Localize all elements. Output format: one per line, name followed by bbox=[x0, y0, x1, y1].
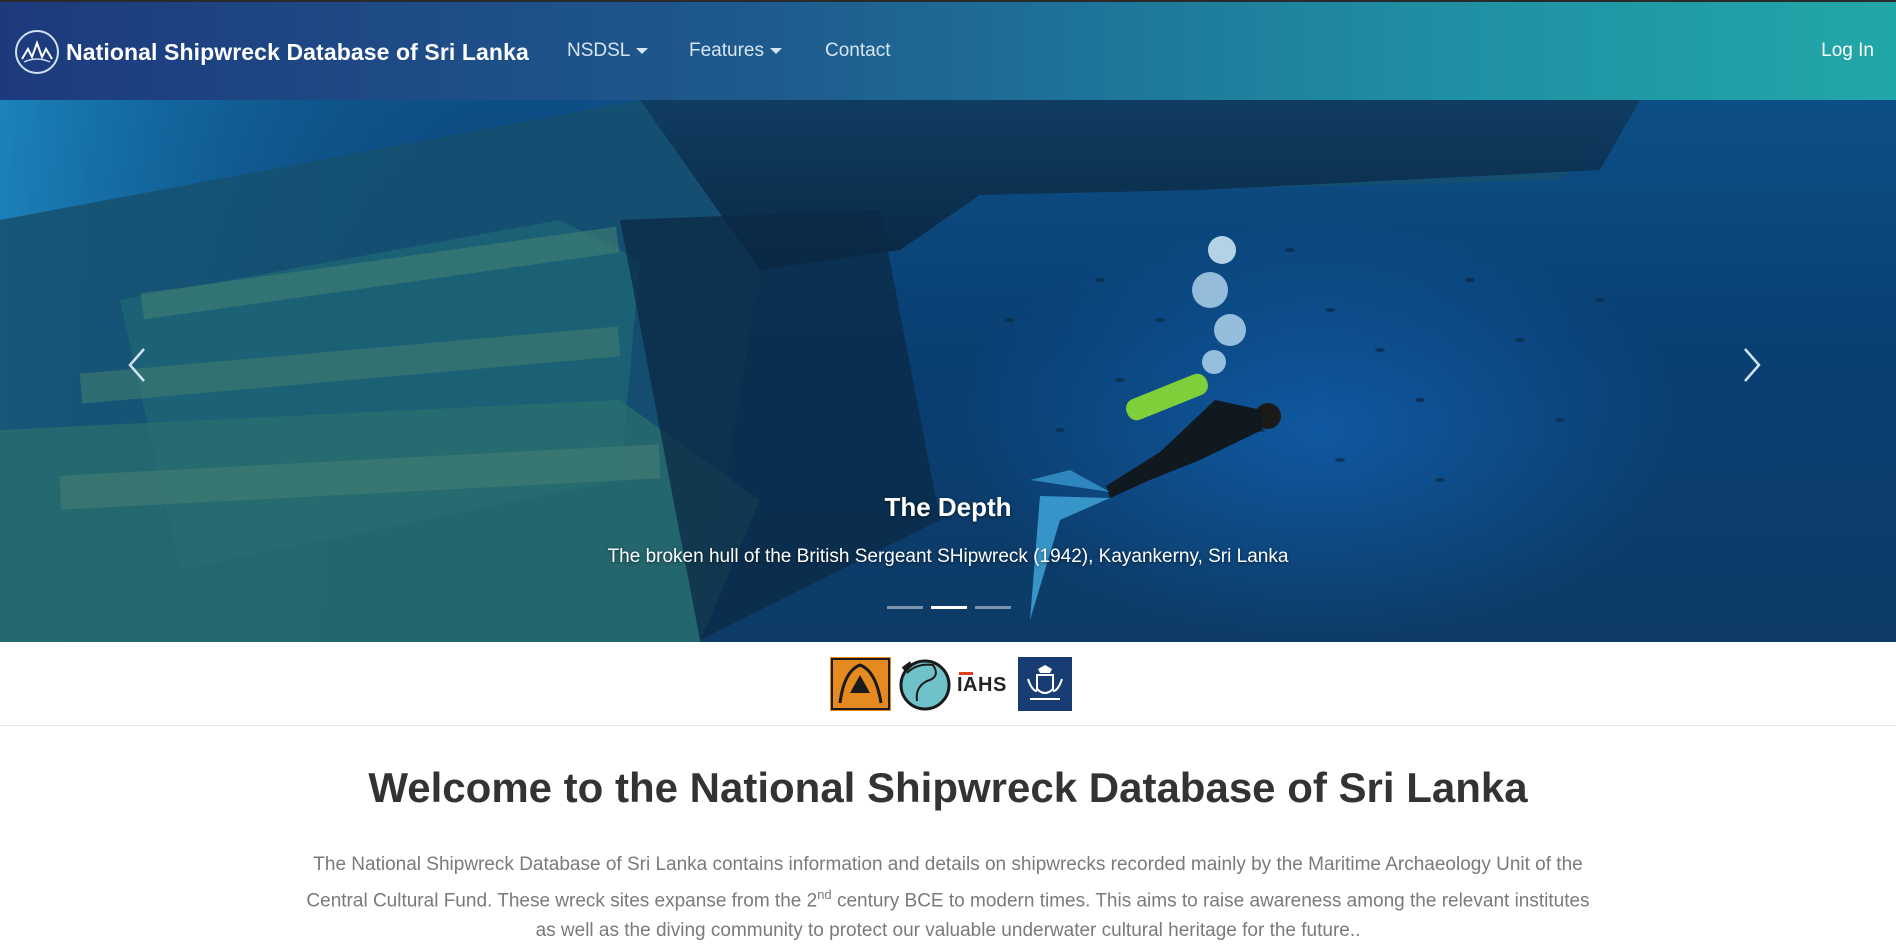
partner-logo-ccf bbox=[830, 657, 891, 711]
carousel-indicator-3[interactable] bbox=[975, 606, 1011, 609]
partner-logo-netherlands bbox=[1018, 657, 1072, 711]
ccf-logo-icon bbox=[830, 657, 891, 711]
caret-down-icon bbox=[769, 48, 782, 54]
welcome-heading: Welcome to the National Shipwreck Databa… bbox=[368, 764, 1528, 811]
chevron-left-icon bbox=[128, 348, 145, 382]
partner-logo-iahs: IAHS bbox=[957, 657, 1009, 711]
carousel-indicator-2[interactable] bbox=[931, 606, 967, 609]
nav-nsdsl-dropdown[interactable]: NSDSL bbox=[567, 40, 649, 62]
slide-caption: The broken hull of the British Sergeant … bbox=[607, 546, 1289, 567]
brand-link[interactable]: National Shipwreck Database of Sri Lanka bbox=[14, 26, 529, 78]
partner-logo-map bbox=[897, 657, 951, 711]
top-navbar: National Shipwreck Database of Sri Lanka… bbox=[0, 0, 1896, 100]
brand-title: National Shipwreck Database of Sri Lanka bbox=[66, 38, 529, 65]
carousel-next-button[interactable] bbox=[1742, 347, 1772, 397]
nav-features-label: Features bbox=[689, 40, 764, 61]
nav-contact-link[interactable]: Contact bbox=[825, 40, 890, 62]
hero-carousel: The Depth The broken hull of the British… bbox=[0, 100, 1896, 642]
carousel-prev-button[interactable] bbox=[127, 347, 157, 397]
nav-features-dropdown[interactable]: Features bbox=[689, 40, 782, 62]
globe-logo-icon bbox=[899, 659, 951, 711]
login-link[interactable]: Log In bbox=[1821, 40, 1874, 62]
welcome-intro-paragraph: The National Shipwreck Database of Sri L… bbox=[300, 850, 1596, 946]
royal-coat-of-arms-icon bbox=[1018, 657, 1072, 711]
slide-title: The Depth bbox=[884, 492, 1012, 522]
iahs-logo-text: IAHS bbox=[957, 674, 1007, 696]
nav-contact-label: Contact bbox=[825, 40, 891, 61]
carousel-indicator-1[interactable] bbox=[887, 606, 923, 609]
carousel-indicators bbox=[887, 606, 1011, 609]
partner-logos-bar: IAHS bbox=[0, 642, 1896, 726]
brand-logo-icon bbox=[15, 30, 59, 74]
caret-down-icon bbox=[636, 48, 649, 54]
intro-superscript: nd bbox=[817, 887, 832, 902]
nav-nsdsl-label: NSDSL bbox=[567, 40, 631, 61]
chevron-right-icon bbox=[1744, 348, 1761, 382]
